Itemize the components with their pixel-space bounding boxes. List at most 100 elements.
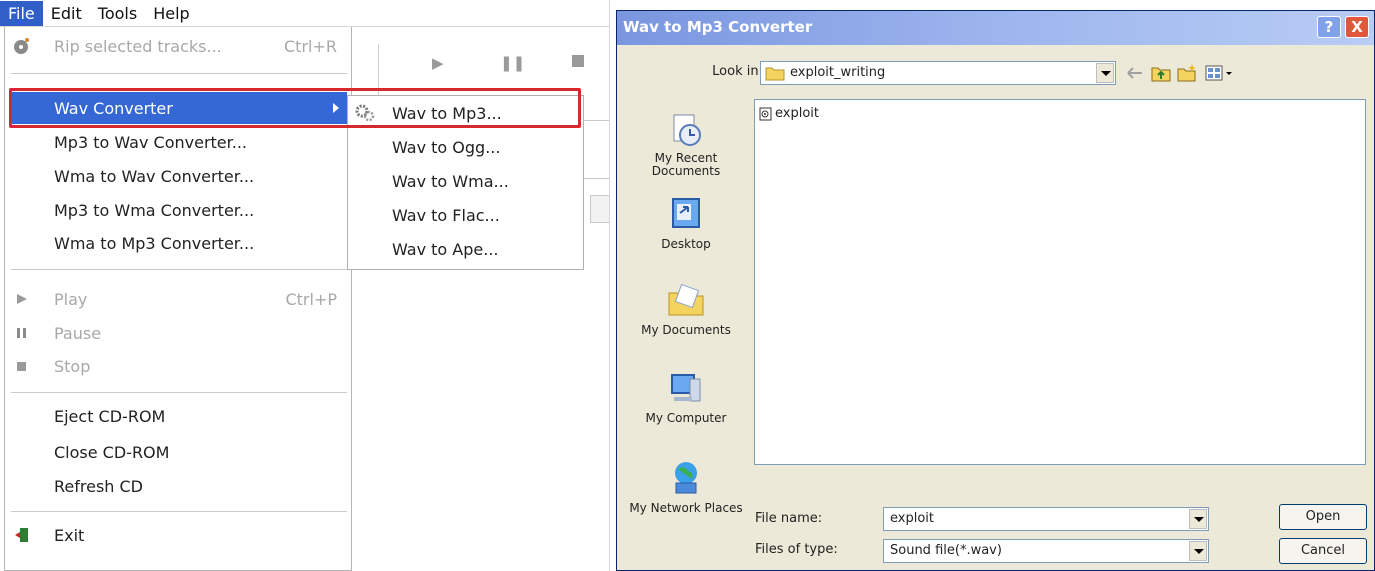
submenu-item-label: Wav to Flac... (392, 205, 500, 225)
menu-item-label: Close CD-ROM (54, 442, 170, 462)
menu-item-label: Refresh CD (54, 476, 143, 496)
dialog-title: Wav to Mp3 Converter (623, 18, 813, 36)
menu-bar: File Edit Tools Help (0, 0, 609, 27)
menu-file[interactable]: File (0, 0, 43, 26)
menu-item-label: Stop (54, 356, 91, 376)
menu-item-label: Exit (54, 525, 85, 545)
cancel-button[interactable]: Cancel (1279, 538, 1367, 564)
place-my-computer[interactable]: My Computer (623, 369, 749, 425)
place-desktop[interactable]: Desktop (623, 195, 749, 251)
menu-item-label: Wma to Wav Converter... (54, 166, 255, 186)
place-my-documents[interactable]: My Documents (623, 281, 749, 337)
menu-item-label: Mp3 to Wma Converter... (54, 200, 255, 220)
menu-item-label: Mp3 to Wav Converter... (54, 132, 248, 152)
menu-item-label: Rip selected tracks... (54, 36, 222, 56)
view-menu-icon[interactable] (1204, 63, 1236, 83)
background-panel-edge (582, 178, 609, 192)
menu-separator (11, 392, 347, 393)
file-name-value: exploit (890, 511, 934, 526)
submenu-item-wav-to-flac[interactable]: Wav to Flac... (348, 199, 583, 231)
file-name-label: File name: (755, 511, 823, 526)
network-places-icon (675, 462, 697, 494)
places-bar: My Recent Documents Desktop My Documents… (623, 99, 749, 565)
pause-icon (17, 328, 26, 338)
audio-app-window: File Edit Tools Help ▶ ❚❚ Rip selected t… (0, 0, 610, 571)
menu-separator (11, 511, 347, 512)
submenu-item-label: Wav to Wma... (392, 171, 509, 191)
close-button[interactable]: X (1345, 16, 1369, 38)
toolbar-stop-icon[interactable] (572, 55, 584, 67)
shortcut-text: Ctrl+R (284, 36, 337, 56)
place-my-network-places[interactable]: My Network Places (623, 459, 749, 515)
place-label: My Computer (645, 411, 727, 425)
place-label: My Recent Documents (651, 151, 721, 178)
look-in-combo[interactable]: exploit_writing (760, 61, 1116, 85)
up-folder-icon[interactable] (1150, 63, 1172, 83)
place-label: My Network Places (629, 501, 743, 515)
dropdown-arrow-icon[interactable] (1189, 541, 1207, 561)
wav-to-mp3-dialog: Wav to Mp3 Converter ? X Look in: exploi… (616, 10, 1375, 571)
look-in-value: exploit_writing (790, 65, 886, 80)
menu-item-mp3-to-wma[interactable]: Mp3 to Wma Converter... (5, 194, 351, 226)
background-scroll-edge (590, 195, 609, 223)
menu-item-exit[interactable]: Exit (5, 519, 351, 551)
menu-item-wma-to-wav[interactable]: Wma to Wav Converter... (5, 160, 351, 192)
menu-help[interactable]: Help (145, 1, 197, 26)
desktop-icon (672, 198, 700, 228)
my-documents-icon (668, 283, 704, 316)
file-name-text: exploit (775, 106, 819, 121)
files-of-type-select[interactable]: Sound file(*.wav) (883, 539, 1209, 563)
menu-item-label: Pause (54, 323, 102, 343)
toolbar-pause-icon[interactable]: ❚❚ (500, 54, 525, 72)
annotation-highlight-box (9, 88, 581, 128)
new-folder-icon[interactable] (1176, 63, 1198, 83)
folder-icon (765, 67, 785, 81)
file-list[interactable]: exploit (754, 99, 1366, 465)
dropdown-arrow-icon[interactable] (1096, 63, 1114, 83)
toolbar-play-icon[interactable]: ▶ (432, 54, 444, 72)
submenu-item-wav-to-ogg[interactable]: Wav to Ogg... (348, 131, 583, 163)
menu-separator (11, 73, 347, 74)
background-panel-edge (582, 120, 609, 136)
menu-item-mp3-to-wav[interactable]: Mp3 to Wav Converter... (5, 126, 351, 158)
open-button[interactable]: Open (1279, 504, 1367, 530)
files-of-type-label: Files of type: (755, 542, 838, 557)
menu-tools[interactable]: Tools (90, 1, 145, 26)
shortcut-text: Ctrl+P (285, 289, 337, 309)
menu-separator (11, 269, 347, 270)
menu-item-refresh-cd[interactable]: Refresh CD (5, 470, 351, 502)
exit-door-icon (15, 528, 28, 542)
menu-item-rip-selected-tracks[interactable]: Rip selected tracks... Ctrl+R (5, 30, 351, 62)
place-my-recent-documents[interactable]: My Recent Documents (623, 109, 749, 178)
place-label: My Documents (641, 323, 731, 337)
file-name-input[interactable]: exploit (883, 507, 1209, 531)
audio-file-icon (759, 107, 772, 120)
dialog-titlebar: Wav to Mp3 Converter ? X (617, 11, 1374, 45)
place-label: Desktop (661, 237, 711, 251)
dropdown-arrow-icon[interactable] (1189, 509, 1207, 529)
help-button[interactable]: ? (1317, 16, 1341, 38)
menu-item-label: Eject CD-ROM (54, 406, 166, 426)
menu-item-eject-cd-rom[interactable]: Eject CD-ROM (5, 400, 351, 432)
file-item-exploit[interactable]: exploit (759, 106, 819, 121)
menu-item-label: Play (54, 289, 88, 309)
menu-item-pause[interactable]: Pause (5, 317, 351, 349)
menu-item-close-cd-rom[interactable]: Close CD-ROM (5, 436, 351, 468)
cd-icon (14, 38, 29, 54)
menu-item-stop[interactable]: Stop (5, 350, 351, 382)
my-computer-icon (671, 374, 701, 402)
menu-item-label: Wma to Mp3 Converter... (54, 233, 255, 253)
look-in-label: Look in: (712, 64, 763, 79)
menu-item-play[interactable]: Play Ctrl+P (5, 283, 351, 315)
play-icon (17, 294, 27, 304)
submenu-item-label: Wav to Ogg... (392, 137, 501, 157)
submenu-item-wav-to-wma[interactable]: Wav to Wma... (348, 165, 583, 197)
stop-icon (17, 362, 26, 371)
submenu-item-wav-to-ape[interactable]: Wav to Ape... (348, 233, 583, 265)
menu-item-wma-to-mp3[interactable]: Wma to Mp3 Converter... (5, 227, 351, 259)
files-of-type-value: Sound file(*.wav) (890, 543, 1002, 558)
recent-documents-icon (673, 114, 701, 146)
back-arrow-icon[interactable] (1124, 63, 1146, 83)
submenu-item-label: Wav to Ape... (392, 239, 499, 259)
menu-edit[interactable]: Edit (43, 1, 90, 26)
